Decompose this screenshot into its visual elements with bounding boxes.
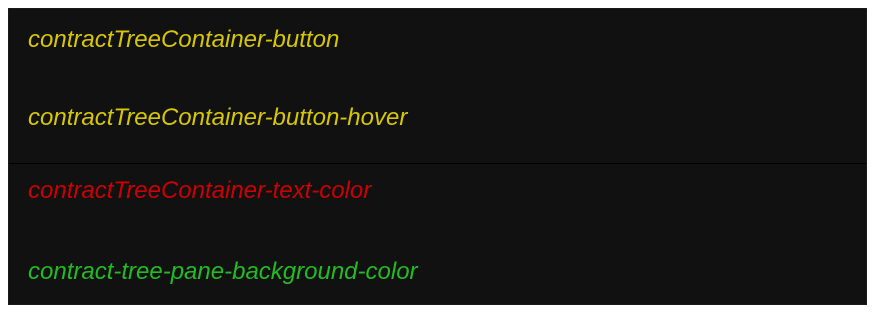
- label-text-color: contractTreeContainer-text-color: [28, 177, 372, 204]
- color-key-panel: contractTreeContainer-button contractTre…: [8, 8, 867, 305]
- label-button-hover: contractTreeContainer-button-hover: [28, 104, 408, 131]
- label-button: contractTreeContainer-button: [28, 26, 340, 53]
- label-pane-background-color: contract-tree-pane-background-color: [28, 258, 418, 285]
- section-divider: [9, 163, 866, 164]
